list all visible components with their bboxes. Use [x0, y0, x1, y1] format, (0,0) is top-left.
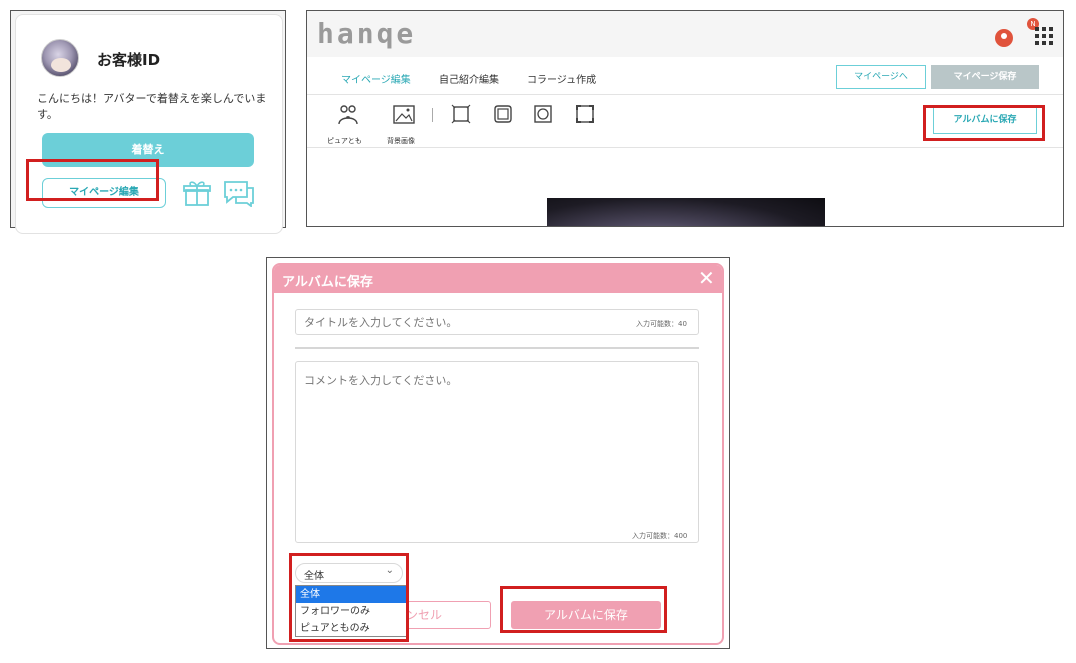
pure-friends-icon[interactable]: [337, 104, 359, 126]
toolbar-divider: [432, 108, 433, 122]
frame-shrink-icon[interactable]: [451, 104, 471, 124]
dialog-header: アルバムに保存 ✕: [274, 265, 722, 293]
tab-mypage-edit[interactable]: マイページ編集: [341, 71, 411, 86]
close-icon[interactable]: ✕: [698, 268, 715, 288]
comment-char-count: 入力可能数：400: [632, 532, 688, 540]
user-icon[interactable]: [995, 29, 1013, 47]
tab-self-intro-edit[interactable]: 自己紹介編集: [439, 71, 499, 86]
title-char-count: 入力可能数：40: [636, 320, 687, 328]
cancel-button-label: ンセル: [406, 608, 443, 622]
save-mypage-button[interactable]: マイページ保存: [931, 65, 1039, 89]
app-grid-icon[interactable]: [1035, 27, 1053, 45]
top-bar: hanqe N: [307, 11, 1063, 57]
highlight-album-save: [500, 586, 667, 633]
logo[interactable]: hanqe: [317, 17, 416, 50]
divider: [295, 347, 699, 349]
background-image-label: 背景画像: [387, 137, 415, 145]
greeting-text: こんにちは！アバターで着替えを楽しんでいます。: [37, 92, 267, 121]
pure-friends-label: ピュアとも: [327, 137, 362, 145]
highlight-save-to-album: [923, 105, 1045, 141]
highlight-mypage-edit: [26, 159, 159, 201]
nav-row: マイページ編集 自己紹介編集 コラージュ作成 マイページへ マイページ保存: [307, 57, 1063, 95]
dialog-title: アルバムに保存: [282, 275, 373, 290]
frame-circle-icon[interactable]: [533, 104, 553, 124]
tab-collage-create[interactable]: コラージュ作成: [527, 71, 596, 86]
avatar[interactable]: [41, 39, 79, 77]
to-mypage-button[interactable]: マイページへ: [836, 65, 926, 89]
chat-icon[interactable]: [223, 179, 255, 207]
comment-input[interactable]: [295, 361, 699, 543]
fullscreen-icon[interactable]: [575, 104, 595, 124]
background-image-icon[interactable]: [393, 104, 415, 126]
canvas-image: [547, 198, 825, 226]
customer-id: お客様ID: [97, 51, 161, 69]
frame-round-icon[interactable]: [493, 104, 513, 124]
highlight-visibility-dropdown: [289, 553, 409, 642]
gift-icon[interactable]: [183, 179, 211, 207]
